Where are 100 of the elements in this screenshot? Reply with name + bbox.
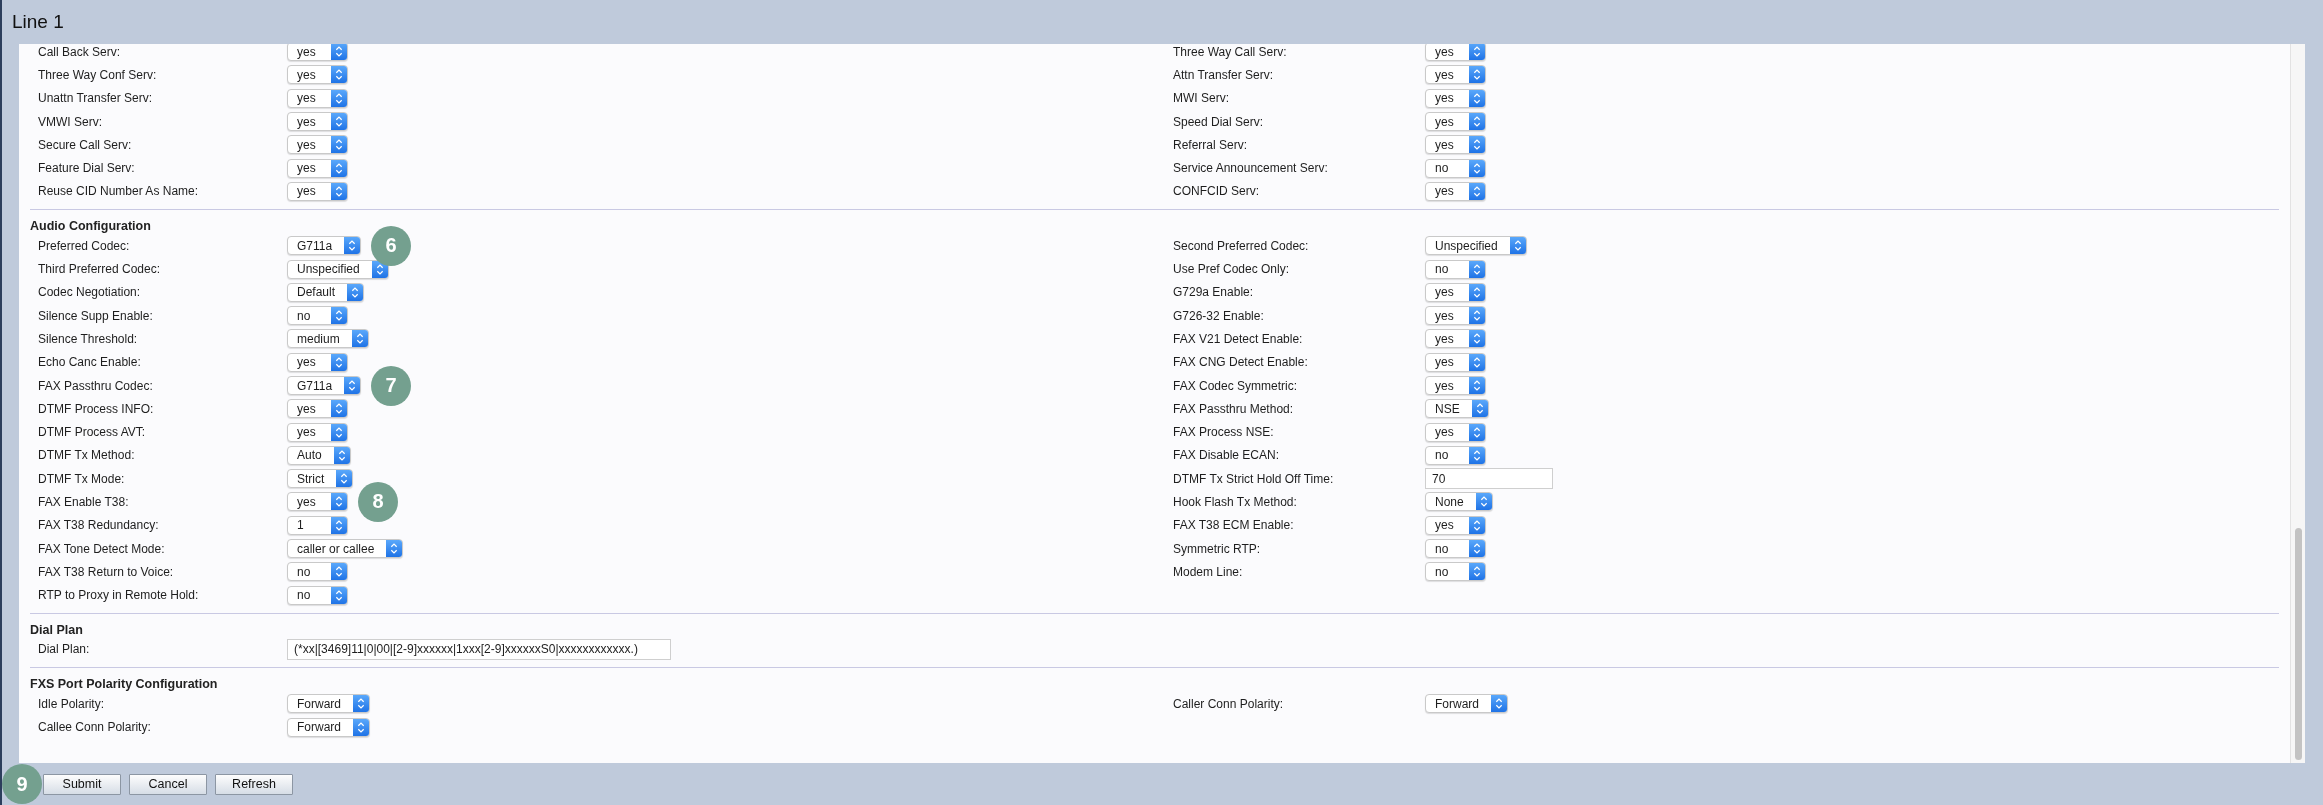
dropdown[interactable]: Forward [1425, 694, 1508, 714]
section-heading: Dial Plan [30, 622, 83, 637]
stepper-icon [331, 423, 347, 441]
field-label: Idle Polarity: [38, 696, 105, 711]
dropdown[interactable]: Default [287, 282, 365, 302]
stepper-icon [1469, 446, 1485, 464]
dropdown[interactable]: G711a [287, 236, 362, 256]
stepper-icon [1469, 330, 1485, 348]
field-label: FAX Tone Detect Mode: [38, 541, 165, 556]
dropdown[interactable]: Forward [287, 717, 370, 737]
field-label: Dial Plan: [38, 642, 90, 657]
stepper-icon [344, 237, 361, 255]
dropdown[interactable]: yes [1425, 282, 1486, 302]
dropdown[interactable]: yes [1425, 422, 1486, 442]
stepper-icon [344, 377, 361, 394]
stepper-icon [351, 330, 368, 348]
field-label: Hook Flash Tx Method: [1173, 495, 1297, 509]
dropdown[interactable]: no [1425, 539, 1486, 559]
stepper-icon [353, 718, 369, 736]
dropdown[interactable]: yes [287, 112, 348, 132]
dropdown[interactable]: no [287, 585, 348, 605]
dropdown[interactable]: G711a [287, 376, 362, 395]
form-button[interactable]: Submit [43, 773, 121, 795]
stepper-icon [1509, 237, 1526, 255]
stepper-icon [1471, 400, 1488, 418]
field-label: Silence Supp Enable: [38, 308, 153, 323]
dropdown[interactable]: None [1425, 492, 1493, 512]
dropdown[interactable]: no [1425, 562, 1486, 582]
stepper-icon [1469, 260, 1485, 278]
stepper-icon [1469, 136, 1485, 154]
dropdown[interactable]: yes [287, 492, 348, 512]
stepper-icon [331, 66, 347, 84]
dropdown[interactable]: medium [287, 329, 369, 349]
field-label: FAX T38 ECM Enable: [1173, 518, 1294, 533]
dropdown[interactable]: caller or callee [287, 539, 404, 559]
dropdown[interactable]: yes [1425, 88, 1486, 108]
field-label: DTMF Tx Strict Hold Off Time: [1173, 471, 1334, 486]
section-heading: FXS Port Polarity Configuration [30, 677, 218, 692]
field-label: Second Preferred Codec: [1173, 238, 1309, 253]
dropdown[interactable]: no [287, 306, 348, 326]
field-label: Three Way Call Serv: [1173, 44, 1287, 59]
stepper-icon [331, 400, 347, 418]
scrollbar-thumb[interactable] [2294, 528, 2302, 760]
dropdown[interactable]: yes [287, 88, 348, 108]
form-button[interactable]: Refresh [215, 773, 293, 795]
dropdown[interactable]: Unspecified [1425, 236, 1527, 256]
field-label: Caller Conn Polarity: [1173, 696, 1284, 711]
stepper-icon [333, 446, 350, 464]
dropdown[interactable]: yes [287, 135, 348, 155]
dropdown[interactable]: yes [287, 65, 348, 85]
dropdown[interactable]: yes [1425, 515, 1486, 535]
stepper-icon [1469, 182, 1485, 200]
field-label: FAX Process NSE: [1173, 425, 1274, 440]
field-label: Echo Canc Enable: [38, 355, 141, 370]
dropdown[interactable]: yes [1425, 352, 1486, 372]
dropdown[interactable]: yes [1425, 44, 1486, 62]
text-field[interactable]: 70 [1425, 468, 1553, 490]
dropdown[interactable]: Forward [287, 694, 370, 714]
dropdown[interactable]: yes [1425, 135, 1486, 155]
dropdown[interactable]: no [1425, 158, 1486, 178]
field-label: Codec Negotiation: [38, 285, 141, 300]
dropdown[interactable]: no [287, 562, 348, 582]
field-label: Secure Call Serv: [38, 137, 132, 152]
dropdown[interactable]: yes [1425, 65, 1486, 85]
dropdown[interactable]: yes [287, 399, 348, 419]
field-label: Unattn Transfer Serv: [38, 91, 153, 106]
field-label: DTMF Process AVT: [38, 425, 146, 440]
dropdown[interactable]: Strict [287, 469, 354, 489]
dropdown[interactable]: yes [287, 352, 348, 372]
text-field[interactable]: (*xx|[3469]11|0|00|[2-9]xxxxxx|1xxx[2-9]xxxxxxS0|xxxxxxxxxxxx.) [287, 638, 671, 660]
dropdown[interactable]: no [1425, 259, 1486, 279]
dropdown[interactable]: yes [1425, 376, 1486, 395]
stepper-icon [331, 307, 347, 325]
stepper-icon [336, 470, 353, 488]
scrollbar[interactable] [2290, 44, 2305, 763]
dropdown[interactable]: 1 [287, 515, 348, 535]
callout-badge: 7 [371, 365, 412, 406]
dropdown[interactable]: Auto [287, 445, 351, 465]
callout-badge: 9 [2, 764, 42, 804]
dropdown[interactable]: yes [287, 181, 348, 201]
dropdown[interactable]: Unspecified [287, 259, 389, 279]
field-label: Modem Line: [1173, 564, 1243, 579]
dropdown[interactable]: yes [287, 44, 348, 62]
dropdown[interactable]: yes [287, 158, 348, 178]
field-label: Callee Conn Polarity: [38, 720, 151, 735]
field-label: Referral Serv: [1173, 137, 1248, 152]
callout-badge: 6 [371, 225, 412, 266]
field-label: Preferred Codec: [38, 238, 130, 253]
dropdown[interactable]: no [1425, 445, 1486, 465]
dropdown[interactable]: yes [1425, 181, 1486, 201]
dropdown[interactable]: yes [1425, 329, 1486, 349]
field-label: G726-32 Enable: [1173, 308, 1264, 323]
field-label: DTMF Tx Method: [38, 448, 135, 463]
stepper-icon [1469, 377, 1485, 394]
dropdown[interactable]: yes [287, 422, 348, 442]
dropdown[interactable]: yes [1425, 112, 1486, 132]
form-button[interactable]: Cancel [129, 773, 207, 795]
field-label: FAX Passthru Method: [1173, 401, 1294, 416]
dropdown[interactable]: yes [1425, 306, 1486, 326]
dropdown[interactable]: NSE [1425, 399, 1489, 419]
